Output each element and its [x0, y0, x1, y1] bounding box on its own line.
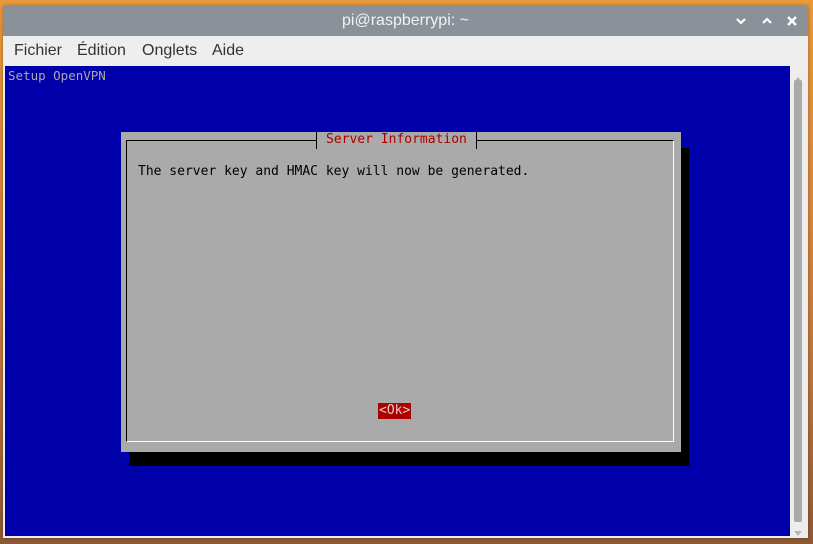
terminal-window: pi@raspberrypi: ~ Fichier Édition Onglet… — [3, 6, 808, 538]
chevron-up-icon — [761, 17, 773, 25]
title-bar[interactable]: pi@raspberrypi: ~ — [3, 6, 808, 36]
vertical-scrollbar[interactable] — [791, 66, 805, 536]
terminal-area[interactable]: Setup OpenVPN Server Information The ser… — [5, 66, 790, 536]
chevron-down-icon — [735, 17, 747, 25]
scroll-down-button[interactable] — [793, 525, 803, 536]
close-icon — [786, 15, 798, 27]
arrow-down-icon — [793, 525, 803, 542]
dialog-message: The server key and HMAC key will now be … — [138, 164, 530, 179]
menu-bar: Fichier Édition Onglets Aide — [3, 36, 808, 66]
dialog-frame — [126, 140, 674, 442]
close-button[interactable] — [784, 13, 800, 29]
ok-button[interactable]: <Ok> — [378, 403, 412, 419]
menu-fichier[interactable]: Fichier — [14, 36, 62, 65]
menu-edition[interactable]: Édition — [77, 36, 126, 65]
minimize-button[interactable] — [733, 13, 749, 29]
menu-aide[interactable]: Aide — [212, 36, 244, 65]
maximize-button[interactable] — [759, 13, 775, 29]
window-title: pi@raspberrypi: ~ — [342, 12, 469, 29]
menu-onglets[interactable]: Onglets — [142, 36, 197, 65]
dialog-title: Server Information — [316, 132, 477, 149]
backtitle: Setup OpenVPN — [8, 68, 106, 83]
scroll-thumb[interactable] — [794, 80, 802, 522]
server-information-dialog: Server Information The server key and HM… — [121, 132, 681, 452]
scroll-up-button[interactable] — [793, 70, 803, 82]
